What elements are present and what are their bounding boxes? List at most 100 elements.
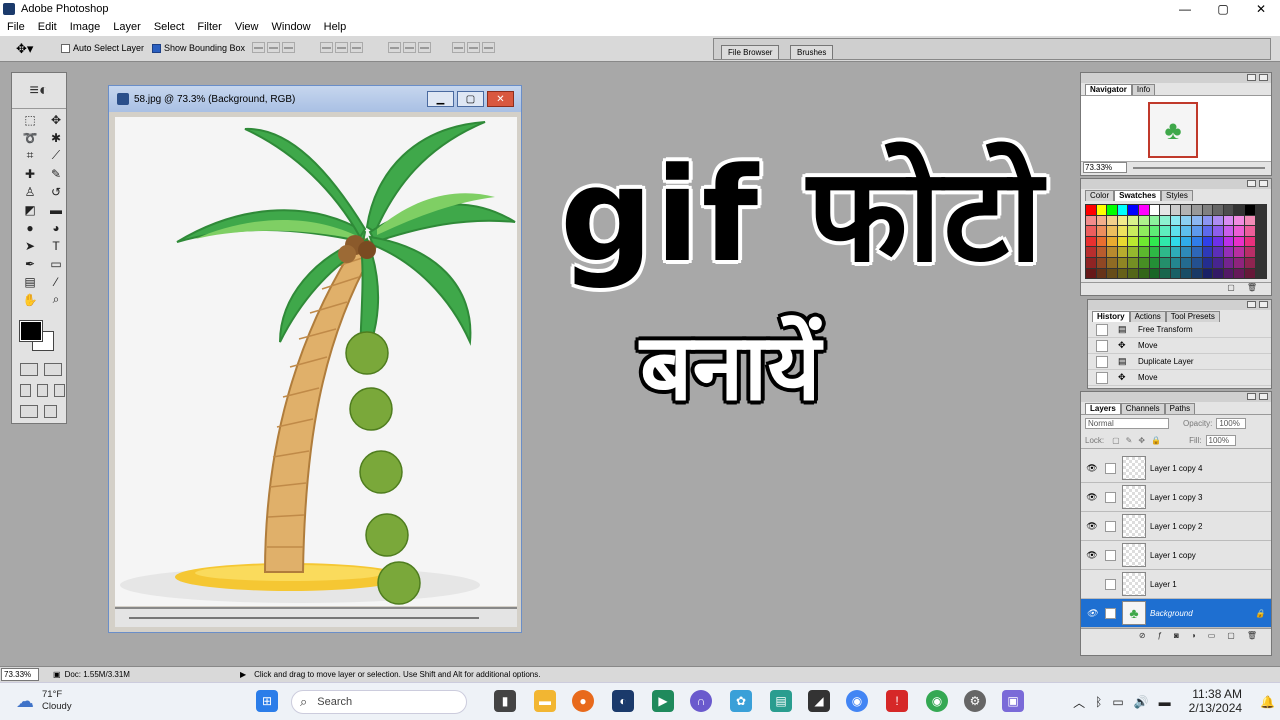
opacity-input[interactable]: 100%: [1216, 418, 1247, 429]
new-swatch-icon[interactable]: ▢: [1227, 283, 1235, 292]
link-layers-icon[interactable]: ⊘: [1139, 631, 1146, 640]
swatch-cell[interactable]: [1086, 236, 1096, 247]
screen-mode-full-icon[interactable]: [54, 384, 65, 397]
tab-navigator[interactable]: Navigator: [1085, 84, 1132, 95]
swatch-cell[interactable]: [1181, 268, 1191, 279]
eraser-tool-icon[interactable]: ◩: [19, 201, 41, 218]
swatch-cell[interactable]: [1128, 257, 1138, 268]
display-icon[interactable]: ▭: [1112, 695, 1123, 709]
swatch-cell[interactable]: [1213, 268, 1223, 279]
tab-info[interactable]: Info: [1131, 84, 1156, 95]
chevron-up-icon[interactable]: ︿: [1073, 694, 1085, 711]
history-item[interactable]: ▤ Duplicate Layer: [1088, 354, 1271, 370]
align-left-icon[interactable]: [320, 42, 333, 53]
swatch-cell[interactable]: [1170, 247, 1181, 257]
swatch-cell[interactable]: [1138, 226, 1149, 236]
align-h-buttons[interactable]: [320, 42, 363, 53]
lock-options-icon[interactable]: ▢✎✥🔒: [1112, 436, 1167, 445]
align-vcenter-icon[interactable]: [267, 42, 280, 53]
swatch-cell[interactable]: [1223, 205, 1234, 215]
swatch-cell[interactable]: [1191, 205, 1202, 215]
new-group-icon[interactable]: ▭: [1208, 631, 1216, 640]
tab-layers[interactable]: Layers: [1085, 403, 1121, 414]
notification-bell-icon[interactable]: 🔔: [1260, 695, 1275, 709]
swatch-cell[interactable]: [1117, 268, 1128, 279]
swatch-cell[interactable]: [1160, 236, 1170, 247]
swatch-cell[interactable]: [1181, 247, 1191, 257]
brush-link-icon[interactable]: [1105, 607, 1116, 619]
history-item[interactable]: ✥ Move: [1088, 338, 1271, 354]
distribute-bottom-icon[interactable]: [418, 42, 431, 53]
delete-layer-icon[interactable]: 🗑: [1247, 631, 1257, 640]
swatch-cell[interactable]: [1191, 268, 1202, 279]
swatch-cell[interactable]: [1107, 247, 1117, 257]
lasso-tool-icon[interactable]: ➰: [19, 129, 41, 146]
swatch-cell[interactable]: [1149, 257, 1160, 268]
distribute-buttons[interactable]: [388, 42, 431, 53]
swatch-cell[interactable]: [1181, 257, 1191, 268]
swatch-cell[interactable]: [1149, 226, 1160, 236]
history-brush-tool-icon[interactable]: ↺: [45, 183, 67, 200]
move-tool-preset-icon[interactable]: ✥▾: [16, 41, 33, 57]
panel-minimize-icon[interactable]: [1247, 180, 1256, 187]
distribute-h-buttons[interactable]: [452, 42, 495, 53]
foreground-color-swatch[interactable]: [19, 320, 43, 342]
gradient-tool-icon[interactable]: ▬: [45, 201, 67, 218]
swatch-cell[interactable]: [1086, 215, 1096, 226]
type-tool-icon[interactable]: T: [45, 237, 67, 254]
swatch-cell[interactable]: [1117, 247, 1128, 257]
editor-app-icon[interactable]: ▶: [652, 690, 674, 712]
swatch-cell[interactable]: [1202, 236, 1213, 247]
tab-actions[interactable]: Actions: [1129, 311, 1166, 322]
layer-row-selected[interactable]: 👁 ♣ Background 🔒: [1081, 599, 1271, 628]
align-top-icon[interactable]: [252, 42, 265, 53]
visibility-eye-icon[interactable]: 👁: [1084, 521, 1100, 532]
swatch-grid[interactable]: [1085, 204, 1267, 280]
swatch-cell[interactable]: [1223, 247, 1234, 257]
cloud-app-icon[interactable]: ✿: [730, 690, 752, 712]
panel-close-icon[interactable]: [1259, 180, 1268, 187]
swatch-cell[interactable]: [1117, 226, 1128, 236]
swatch-cell[interactable]: [1191, 257, 1202, 268]
link-toggle[interactable]: [1105, 520, 1116, 532]
swatch-cell[interactable]: [1128, 247, 1138, 257]
align-hcenter-icon[interactable]: [335, 42, 348, 53]
doc-maximize-button[interactable]: ▢: [457, 91, 484, 107]
crop-tool-icon[interactable]: ⌗: [19, 147, 41, 164]
swatch-cell[interactable]: [1202, 268, 1213, 279]
swatch-cell[interactable]: [1244, 268, 1255, 279]
align-right-icon[interactable]: [350, 42, 363, 53]
swatch-cell[interactable]: [1244, 205, 1255, 215]
swatch-cell[interactable]: [1170, 236, 1181, 247]
swatch-cell[interactable]: [1244, 247, 1255, 257]
swatch-cell[interactable]: [1149, 215, 1160, 226]
notes-app-icon[interactable]: ▤: [770, 690, 792, 712]
link-toggle[interactable]: [1105, 578, 1116, 590]
visibility-eye-icon[interactable]: 👁: [1084, 492, 1100, 503]
file-explorer-icon[interactable]: ▬: [534, 690, 556, 712]
distribute-hcenter-icon[interactable]: [467, 42, 480, 53]
image-canvas[interactable]: [115, 117, 517, 606]
zoom-tool-icon[interactable]: ⌕: [45, 291, 67, 308]
swatch-cell[interactable]: [1244, 257, 1255, 268]
firefox-icon[interactable]: ●: [572, 690, 594, 712]
panel-minimize-icon[interactable]: [1247, 301, 1256, 308]
swatch-cell[interactable]: [1191, 236, 1202, 247]
swatch-cell[interactable]: [1107, 226, 1117, 236]
swatch-cell[interactable]: [1202, 205, 1213, 215]
tab-channels[interactable]: Channels: [1120, 403, 1165, 414]
swatch-cell[interactable]: [1234, 257, 1244, 268]
swatch-cell[interactable]: [1244, 236, 1255, 247]
distribute-vcenter-icon[interactable]: [403, 42, 416, 53]
swatch-cell[interactable]: [1138, 247, 1149, 257]
navigator-preview[interactable]: ♣: [1081, 95, 1271, 161]
photoshop-taskbar-icon[interactable]: ◐: [612, 690, 634, 712]
visibility-eye-icon[interactable]: 👁: [1084, 608, 1100, 619]
swatch-cell[interactable]: [1107, 257, 1117, 268]
swatch-cell[interactable]: [1170, 268, 1181, 279]
swatch-cell[interactable]: [1107, 215, 1117, 226]
notes-tool-icon[interactable]: ▤: [19, 273, 41, 290]
swatch-cell[interactable]: [1117, 257, 1128, 268]
swatch-cell[interactable]: [1223, 215, 1234, 226]
panel-close-icon[interactable]: [1259, 301, 1268, 308]
